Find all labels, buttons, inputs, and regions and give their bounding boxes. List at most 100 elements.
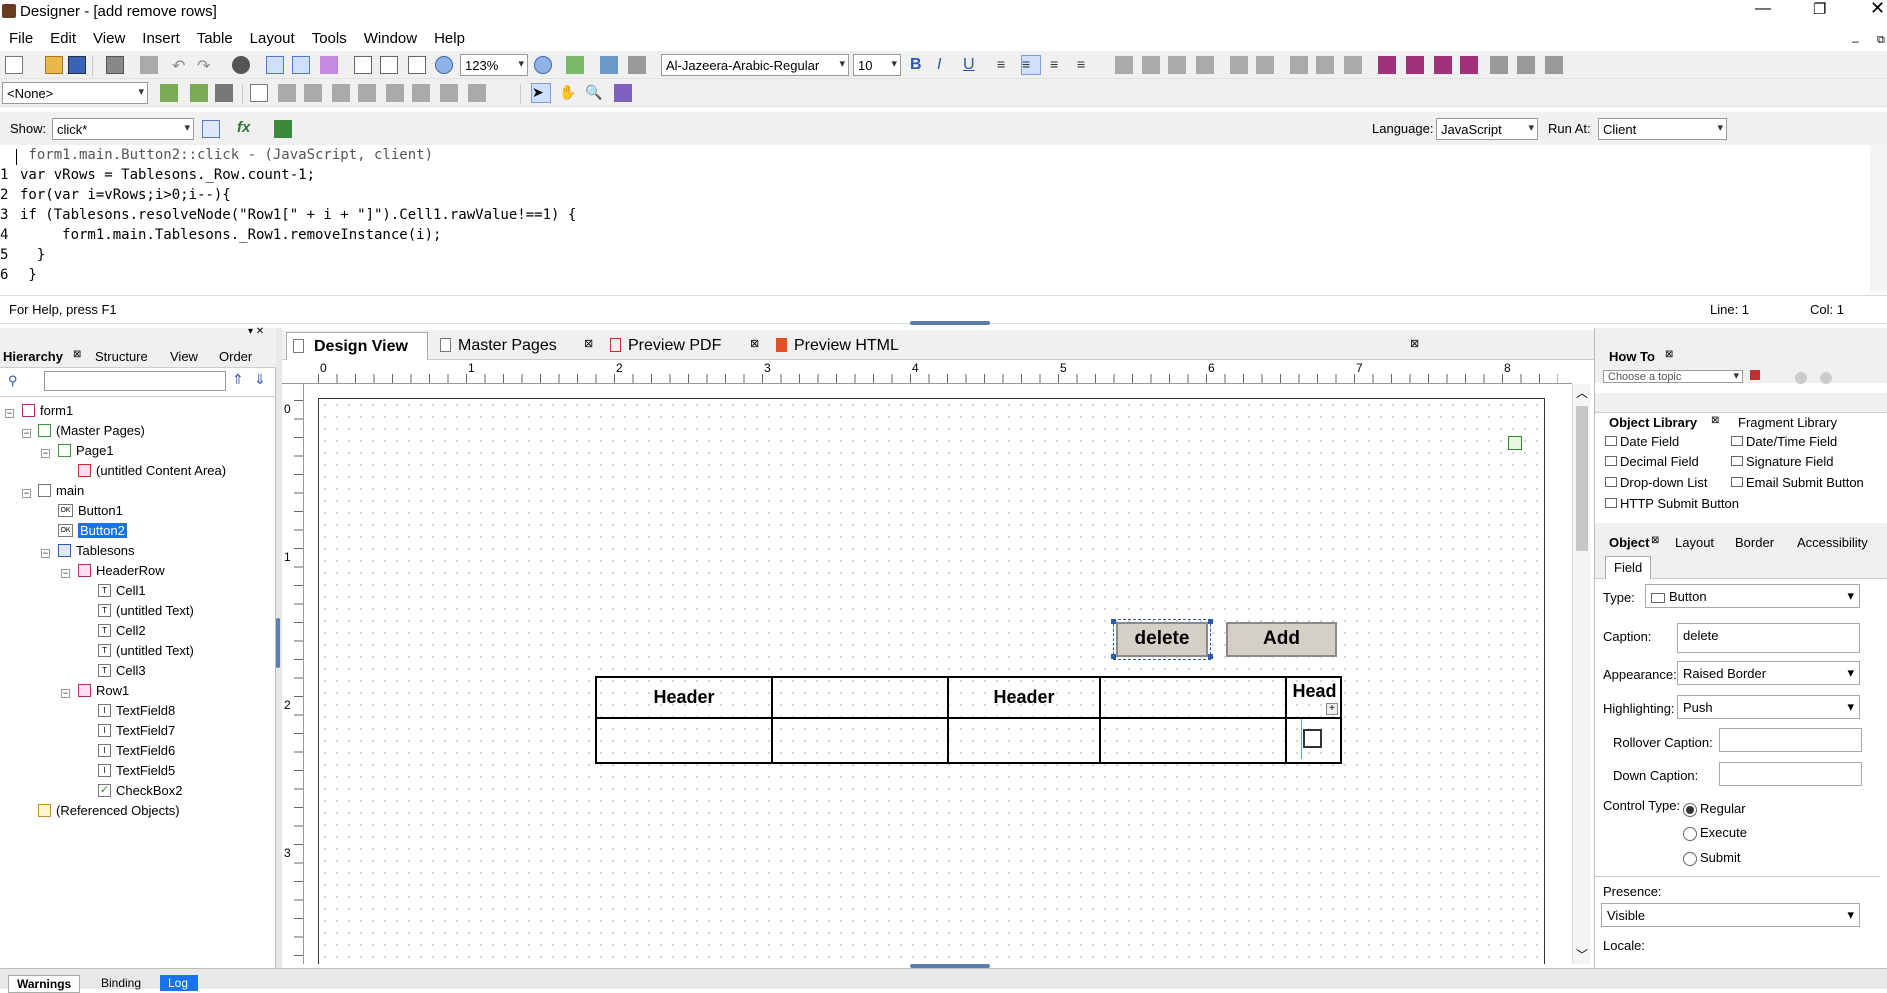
tab-object[interactable]: Object: [1609, 535, 1649, 550]
tree-item-selected[interactable]: OK Button2: [58, 523, 127, 538]
table-format-icon[interactable]: [468, 84, 486, 102]
tree-item[interactable]: T (untitled Text): [98, 603, 194, 618]
align-right-icon[interactable]: ≡: [1050, 56, 1068, 74]
tree-item[interactable]: main: [38, 483, 84, 498]
open-icon[interactable]: [45, 56, 63, 74]
type-select[interactable]: Button ▾: [1645, 584, 1860, 608]
distribute-vertical-icon[interactable]: [1316, 56, 1334, 74]
check-icon[interactable]: [600, 56, 618, 74]
center-horizontal-icon[interactable]: [1230, 56, 1248, 74]
zoom-tool-icon[interactable]: 🔍: [585, 84, 603, 102]
table-expand-icon[interactable]: +: [1326, 703, 1338, 715]
close-button[interactable]: ✕: [1870, 0, 1885, 19]
caption-input[interactable]: delete: [1677, 623, 1860, 653]
underline-icon[interactable]: U: [963, 56, 981, 74]
menu-help[interactable]: Help: [425, 26, 473, 47]
menu-tools[interactable]: Tools: [303, 26, 355, 47]
print-icon[interactable]: [106, 56, 124, 74]
tree-item[interactable]: HeaderRow: [78, 563, 165, 578]
maximize-button[interactable]: ❐: [1813, 0, 1826, 18]
move-up-icon[interactable]: ⇑: [232, 371, 244, 388]
send-back-icon[interactable]: [1460, 56, 1478, 74]
table-icon[interactable]: [250, 84, 268, 102]
ungroup-icon[interactable]: [1406, 56, 1424, 74]
library-item[interactable]: HTTP Submit Button: [1605, 496, 1739, 511]
table-insert-icon[interactable]: [278, 84, 296, 102]
doc-restore-button[interactable]: ⧉: [1868, 30, 1887, 47]
group-icon[interactable]: [1378, 56, 1396, 74]
tree-item[interactable]: T Cell1: [98, 583, 146, 598]
menu-insert[interactable]: Insert: [133, 26, 188, 47]
tree-item[interactable]: I TextField8: [98, 703, 175, 718]
menu-layout[interactable]: Layout: [241, 26, 303, 47]
align-objects-top-icon[interactable]: [1168, 56, 1186, 74]
tab-warnings[interactable]: Warnings: [8, 975, 81, 993]
tree-item[interactable]: Tablesons: [58, 543, 135, 558]
script-editor[interactable]: form1.main.Button2::click - (JavaScript,…: [0, 145, 1887, 292]
header-cell[interactable]: [771, 676, 947, 717]
events-icon[interactable]: [202, 120, 220, 138]
tab-design-view[interactable]: Design View: [286, 332, 428, 360]
control-type-execute[interactable]: Execute: [1683, 825, 1747, 841]
selection-handle[interactable]: [1111, 619, 1116, 624]
table-row-icon[interactable]: [386, 84, 404, 102]
save-icon[interactable]: [68, 56, 86, 74]
close-icon[interactable]: ⊠: [1410, 337, 1419, 350]
library-item[interactable]: Email Submit Button: [1731, 475, 1864, 490]
lock-icon[interactable]: [215, 84, 233, 102]
table-split-icon[interactable]: [332, 84, 350, 102]
justify-icon[interactable]: ≡: [1077, 56, 1095, 74]
panel-menu-icon[interactable]: ▾ ✕: [248, 326, 264, 337]
tree-item[interactable]: T Cell2: [98, 623, 146, 638]
table-merge-icon[interactable]: [358, 84, 376, 102]
howto-close-icon[interactable]: ⊠: [1665, 349, 1673, 360]
page-icon[interactable]: [354, 56, 372, 74]
fit-width-icon[interactable]: [408, 56, 426, 74]
tree-item[interactable]: OK Button1: [58, 503, 123, 518]
bold-icon[interactable]: B: [910, 56, 928, 74]
font-size-select[interactable]: 10 ▾: [853, 54, 901, 76]
rollover-caption-input[interactable]: [1719, 728, 1862, 752]
howto-topic-select[interactable]: Choose a topic ▾: [1603, 370, 1743, 383]
syntax-check-icon[interactable]: [274, 120, 292, 138]
close-icon[interactable]: ⊠: [750, 337, 759, 350]
back-icon[interactable]: [1795, 372, 1807, 384]
editor-scrollbar[interactable]: [1870, 145, 1887, 292]
distribute-horizontal-icon[interactable]: [1344, 56, 1362, 74]
cut-icon[interactable]: [140, 56, 158, 74]
highlighting-select[interactable]: Push ▾: [1677, 695, 1860, 719]
align-center-icon[interactable]: ≡: [1021, 55, 1041, 75]
tab-order[interactable]: Order: [219, 349, 252, 364]
tree-item[interactable]: I TextField6: [98, 743, 175, 758]
row-cell[interactable]: [947, 717, 1099, 762]
tab-structure[interactable]: Structure: [95, 349, 148, 364]
align-objects-bottom-icon[interactable]: [1196, 56, 1214, 74]
tree-item[interactable]: T Cell3: [98, 663, 146, 678]
header-cell[interactable]: [1099, 676, 1285, 717]
runat-select[interactable]: Client ▾: [1598, 118, 1727, 140]
row-cell[interactable]: [1099, 717, 1285, 762]
row-cell[interactable]: [595, 717, 771, 762]
library-item[interactable]: Decimal Field: [1605, 454, 1699, 469]
add-icon[interactable]: [190, 84, 208, 102]
minimize-button[interactable]: —: [1755, 0, 1771, 18]
move-down-icon[interactable]: ⇓: [254, 371, 266, 388]
zoom-in-icon[interactable]: [534, 56, 552, 74]
menu-file[interactable]: File: [0, 26, 41, 47]
header-cell[interactable]: Header: [947, 676, 1099, 717]
tab-master-pages[interactable]: Master Pages ⊠: [434, 332, 598, 358]
tree-item[interactable]: I TextField7: [98, 723, 175, 738]
align-objects-right-icon[interactable]: [1142, 56, 1160, 74]
forward-icon[interactable]: [1820, 372, 1832, 384]
guides-icon[interactable]: [320, 56, 338, 74]
scroll-thumb[interactable]: [1576, 406, 1588, 551]
zoom-out-icon[interactable]: [435, 56, 453, 74]
delete-button[interactable]: delete: [1113, 619, 1211, 660]
tree-item[interactable]: (Referenced Objects): [38, 803, 180, 818]
insert-icon[interactable]: [160, 84, 178, 102]
library-item[interactable]: Date Field: [1605, 434, 1679, 449]
presence-select[interactable]: Visible ▾: [1601, 903, 1860, 927]
functions-icon[interactable]: fx: [237, 119, 255, 137]
row-checkbox[interactable]: [1303, 729, 1322, 748]
tab-accessibility[interactable]: Accessibility: [1797, 535, 1868, 550]
